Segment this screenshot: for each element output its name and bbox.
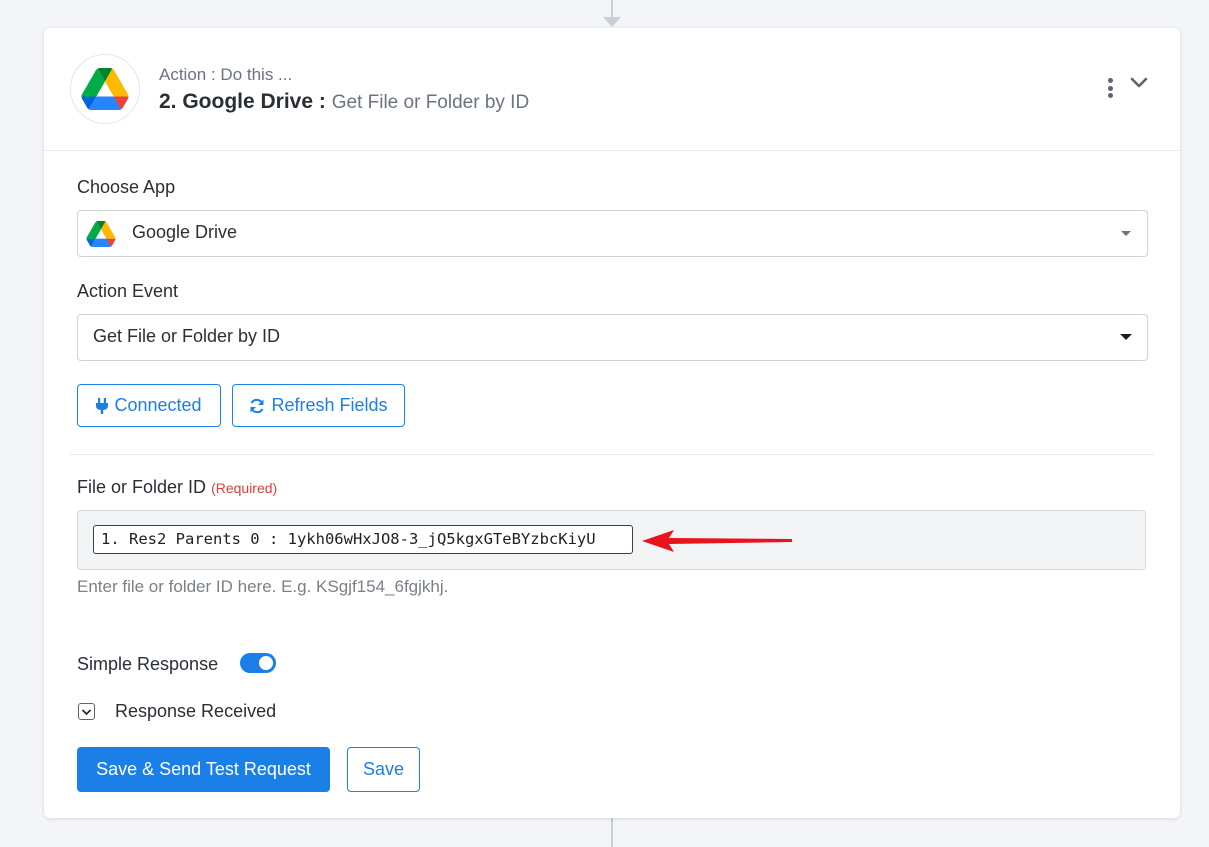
google-drive-icon: [86, 221, 116, 247]
step-title: 2. Google Drive : Get File or Folder by …: [159, 90, 529, 114]
response-received-expander[interactable]: [78, 703, 95, 720]
response-received-label: Response Received: [115, 701, 277, 721]
caret-down-icon: [1120, 334, 1132, 340]
plug-icon: [96, 397, 109, 414]
app-logo: [70, 54, 140, 124]
step-subtitle: Action : Do this ...: [159, 65, 293, 84]
refresh-fields-button-label: Refresh Fields: [271, 395, 388, 415]
action-event-label: Action Event: [77, 281, 179, 301]
connected-button-label: Connected: [114, 395, 202, 415]
file-folder-id-label: File or Folder ID (Required): [77, 477, 277, 498]
simple-response-toggle[interactable]: [240, 653, 276, 673]
file-folder-id-label-text: File or Folder ID: [77, 477, 207, 497]
choose-app-label: Choose App: [77, 177, 176, 197]
section-divider: [70, 454, 1154, 455]
file-folder-id-input[interactable]: 1. Res2 Parents 0 : 1ykh06wHxJO8-3_jQ5kg…: [77, 510, 1146, 570]
chevron-down-icon[interactable]: [1130, 76, 1148, 90]
required-indicator: (Required): [211, 480, 278, 496]
action-event-value: Get File or Folder by ID: [93, 326, 281, 346]
refresh-icon: [250, 398, 264, 413]
action-event-select[interactable]: Get File or Folder by ID: [77, 314, 1148, 361]
action-step-card: Action : Do this ... 2. Google Drive : G…: [44, 28, 1180, 818]
save-button[interactable]: Save: [347, 747, 420, 792]
step-header[interactable]: Action : Do this ... 2. Google Drive : G…: [44, 28, 1180, 151]
caret-down-icon: [1121, 231, 1131, 236]
save-send-test-button[interactable]: Save & Send Test Request: [77, 747, 330, 792]
save-button-label: Save: [362, 759, 405, 779]
file-folder-id-help: Enter file or folder ID here. E.g. KSgjf…: [77, 577, 449, 596]
choose-app-value: Google Drive: [132, 222, 238, 242]
kebab-menu-icon[interactable]: [1104, 78, 1116, 100]
annotation-arrow-icon: [642, 530, 792, 552]
step-event-name: Get File or Folder by ID: [331, 92, 530, 113]
flow-connector-bottom: [611, 818, 613, 847]
google-drive-icon: [81, 68, 129, 110]
step-app-name: 2. Google Drive :: [159, 90, 326, 113]
connected-button[interactable]: Connected: [77, 384, 221, 427]
simple-response-label: Simple Response: [77, 654, 219, 674]
flow-arrow-icon: [603, 17, 621, 27]
refresh-fields-button[interactable]: Refresh Fields: [232, 384, 405, 427]
chevron-down-icon: [81, 708, 92, 715]
mapped-field-token[interactable]: 1. Res2 Parents 0 : 1ykh06wHxJO8-3_jQ5kg…: [93, 525, 633, 554]
choose-app-select[interactable]: Google Drive: [77, 210, 1148, 257]
